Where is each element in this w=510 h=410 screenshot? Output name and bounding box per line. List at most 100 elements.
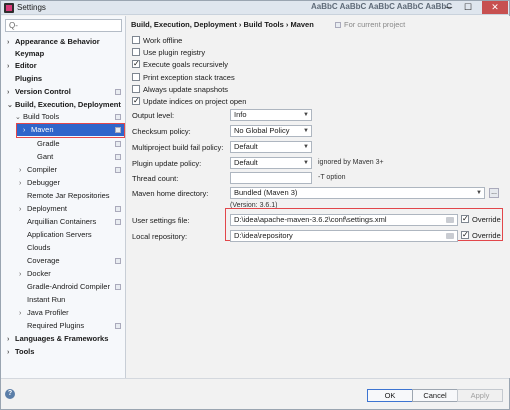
sidebar-item-compiler[interactable]: › Compiler [19, 164, 124, 176]
checkbox-label: Execute goals recursively [143, 60, 229, 69]
ok-button[interactable]: OK [367, 389, 413, 402]
checkbox-box[interactable] [132, 85, 140, 93]
sidebar-item-gant[interactable]: Gant [37, 151, 124, 163]
sidebar-item-arquillian-containers[interactable]: Arquillian Containers [27, 216, 124, 228]
sidebar-item-tools[interactable]: › Tools [7, 346, 34, 358]
chevron-down-icon: ▼ [303, 160, 309, 166]
folder-icon[interactable] [446, 217, 454, 223]
maven-home-select[interactable]: Bundled (Maven 3) ▼ [230, 187, 485, 199]
use-plugin-registry-checkbox[interactable]: Use plugin registry [132, 47, 205, 58]
print-exception-stack-traces-checkbox[interactable]: Print exception stack traces [132, 72, 235, 83]
chevron-right-icon[interactable]: › [7, 87, 15, 99]
cancel-button[interactable]: Cancel [412, 389, 458, 402]
sidebar-item-clouds[interactable]: Clouds [27, 242, 50, 254]
breadcrumb: Build, Execution, Deployment › Build Too… [131, 20, 314, 29]
output-level-select[interactable]: Info ▼ [230, 109, 312, 121]
chevron-right-icon[interactable]: › [19, 269, 27, 281]
sidebar-item-editor[interactable]: › Editor [7, 60, 37, 72]
sidebar-item-version-control[interactable]: › Version Control [7, 86, 124, 98]
plugin-update-hint: ignored by Maven 3+ [318, 159, 384, 166]
sidebar-item-label: Build Tools [23, 112, 60, 121]
maven-home-label: Maven home directory: [132, 189, 209, 198]
sidebar-item-application-servers[interactable]: Application Servers [27, 229, 92, 241]
project-icon [115, 89, 121, 95]
checkbox-label: Override [472, 231, 501, 240]
checkbox-box[interactable] [132, 36, 140, 44]
sidebar-item-gradle[interactable]: Gradle [37, 138, 124, 150]
update-indices-checkbox[interactable]: Update indices on project open [132, 95, 246, 107]
work-offline-checkbox[interactable]: Work offline [132, 35, 182, 46]
checkbox-box[interactable] [132, 48, 140, 56]
checkbox-box[interactable] [132, 95, 140, 106]
help-icon[interactable]: ? [5, 389, 15, 399]
chevron-right-icon[interactable]: › [19, 178, 27, 190]
maven-home-browse-button[interactable]: ... [489, 188, 499, 198]
checkbox-box[interactable] [132, 58, 140, 69]
folder-icon[interactable] [446, 233, 454, 239]
project-icon [335, 22, 341, 28]
user-settings-input[interactable]: D:\idea\apache-maven-3.6.2\conf\settings… [230, 214, 458, 226]
sidebar-item-label: Editor [15, 61, 37, 70]
build-fail-policy-select[interactable]: Default ▼ [230, 141, 312, 153]
sidebar-item-coverage[interactable]: Coverage [27, 255, 124, 267]
chevron-right-icon[interactable]: › [7, 347, 15, 359]
sidebar-item-label: Gant [37, 152, 54, 161]
always-update-snapshots-checkbox[interactable]: Always update snapshots [132, 84, 228, 95]
chevron-right-icon[interactable]: › [7, 61, 15, 73]
chevron-right-icon[interactable]: › [19, 308, 27, 320]
plugin-update-policy-select[interactable]: Default ▼ [230, 157, 312, 169]
settings-sidebar: Q- › Appearance & Behavior Keymap › Editor… [1, 16, 126, 378]
chevron-down-icon[interactable]: ⌄ [7, 100, 15, 112]
sidebar-item-deployment[interactable]: › Deployment [19, 203, 124, 215]
checkbox-label: Use plugin registry [143, 48, 206, 57]
sidebar-item-remote-jar-repositories[interactable]: Remote Jar Repositories [27, 190, 110, 202]
chevron-right-icon[interactable]: › [19, 204, 27, 216]
sidebar-item-plugins[interactable]: Plugins [7, 73, 42, 85]
local-repository-override-checkbox[interactable]: Override [461, 229, 501, 241]
chevron-down-icon: ▼ [476, 190, 482, 196]
build-fail-policy-label: Multiproject build fail policy: [132, 143, 224, 152]
thread-count-input[interactable] [230, 172, 312, 184]
search-input[interactable]: Q- [5, 19, 122, 32]
sidebar-item-required-plugins[interactable]: Required Plugins [27, 320, 124, 332]
dialog-footer: ? OK Cancel Apply [1, 378, 509, 409]
sidebar-item-label: Java Profiler [27, 308, 69, 317]
sidebar-item-label: Docker [27, 269, 51, 278]
sidebar-item-instant-run[interactable]: Instant Run [27, 294, 65, 306]
output-level-label: Output level: [132, 111, 175, 120]
apply-button[interactable]: Apply [457, 389, 503, 402]
checkbox-label: Work offline [143, 36, 183, 45]
sidebar-item-label: Version Control [15, 87, 71, 96]
checkbox-label: Always update snapshots [143, 85, 229, 94]
local-repository-input[interactable]: D:\idea\repository [230, 230, 458, 242]
sidebar-item-label: Instant Run [27, 295, 66, 304]
sidebar-item-appearance[interactable]: › Appearance & Behavior [7, 36, 100, 48]
user-settings-override-checkbox[interactable]: Override [461, 213, 501, 225]
minimize-icon[interactable]: ─ [440, 1, 458, 14]
maven-home-value: Bundled (Maven 3) [234, 188, 298, 197]
sidebar-item-java-profiler[interactable]: › Java Profiler [19, 307, 69, 319]
checkbox-box[interactable] [461, 229, 469, 240]
checkbox-box[interactable] [461, 213, 469, 224]
sidebar-item-gradle-android-compiler[interactable]: Gradle-Android Compiler [27, 281, 124, 293]
thread-count-label: Thread count: [132, 174, 179, 183]
execute-goals-recursively-checkbox[interactable]: Execute goals recursively [132, 58, 229, 70]
chevron-right-icon[interactable]: › [7, 334, 15, 346]
sidebar-item-docker[interactable]: › Docker [19, 268, 51, 280]
close-icon[interactable]: ✕ [482, 1, 508, 14]
chevron-down-icon: ▼ [303, 128, 309, 134]
project-icon [115, 323, 121, 329]
sidebar-item-languages-frameworks[interactable]: › Languages & Frameworks [7, 333, 108, 345]
project-icon [115, 141, 121, 147]
checkbox-box[interactable] [132, 73, 140, 81]
checksum-policy-label: Checksum policy: [132, 127, 191, 136]
sidebar-item-build-execution-deployment[interactable]: ⌄ Build, Execution, Deployment [7, 99, 121, 111]
chevron-right-icon[interactable]: › [19, 165, 27, 177]
sidebar-item-debugger[interactable]: › Debugger [19, 177, 60, 189]
maximize-icon[interactable]: ☐ [459, 1, 477, 14]
sidebar-item-build-tools[interactable]: ⌄ Build Tools [15, 111, 124, 123]
project-icon [115, 206, 121, 212]
checksum-policy-select[interactable]: No Global Policy ▼ [230, 125, 312, 137]
thread-count-hint: -T option [318, 174, 346, 181]
sidebar-item-keymap[interactable]: Keymap [7, 48, 44, 60]
